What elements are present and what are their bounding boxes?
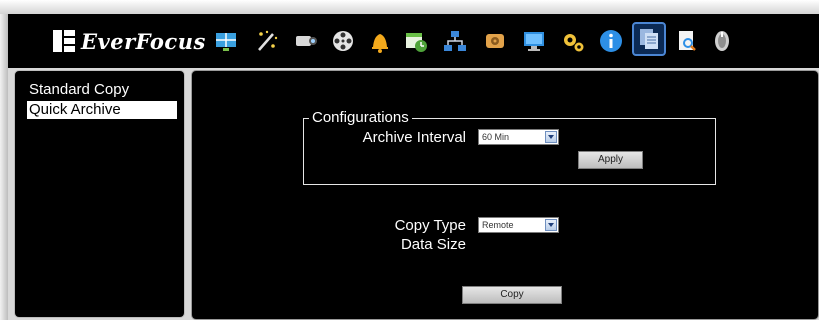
chevron-down-icon <box>545 131 557 143</box>
configurations-legend: Configurations <box>309 109 412 127</box>
sidebar-item-quick-archive[interactable]: Quick Archive <box>27 101 177 119</box>
copy-button-label: Copy <box>500 289 524 300</box>
info-icon[interactable] <box>596 26 626 56</box>
copy-icon[interactable] <box>632 22 666 56</box>
network-icon[interactable] <box>440 26 470 56</box>
archive-interval-select[interactable]: 60 Min <box>478 129 559 145</box>
archive-interval-label: Archive Interval <box>362 129 466 146</box>
gears-icon[interactable] <box>558 26 588 56</box>
live-view-icon[interactable] <box>211 26 241 56</box>
magic-wand-icon[interactable] <box>251 26 281 56</box>
apply-button[interactable]: Apply <box>578 151 643 169</box>
shutdown-icon[interactable] <box>707 26 737 56</box>
sidebar-item-label: Quick Archive <box>29 101 121 118</box>
copy-type-label: Copy Type <box>394 217 466 234</box>
brand-name: EverFocus <box>81 28 206 54</box>
sidebar-item-standard-copy[interactable]: Standard Copy <box>27 81 129 99</box>
camera-icon[interactable] <box>291 26 321 56</box>
apply-button-label: Apply <box>597 154 623 165</box>
left-frame <box>0 14 8 320</box>
top-frame <box>0 0 819 14</box>
copy-type-value: Remote <box>482 220 514 230</box>
bell-icon[interactable] <box>365 26 395 56</box>
chevron-down-icon <box>545 219 557 231</box>
copy-type-select[interactable]: Remote <box>478 217 559 233</box>
sidebar-item-label: Standard Copy <box>29 81 130 98</box>
everfocus-logo: EverFocus <box>53 28 206 54</box>
copy-button[interactable]: Copy <box>462 286 562 304</box>
calendar-schedule-icon[interactable] <box>401 26 431 56</box>
film-reel-icon[interactable] <box>328 26 358 56</box>
sidebar: Standard Copy Quick Archive <box>14 70 185 318</box>
search-log-icon[interactable] <box>672 26 702 56</box>
archive-interval-value: 60 Min <box>482 132 510 142</box>
data-size-label: Data Size <box>400 236 466 253</box>
disk-icon[interactable] <box>480 26 510 56</box>
main-panel: Configurations Archive Interval 60 Min A… <box>191 70 819 320</box>
monitor-icon[interactable] <box>519 26 549 56</box>
logo-mark-icon <box>53 30 75 52</box>
header-bar: EverFocus <box>8 14 819 68</box>
